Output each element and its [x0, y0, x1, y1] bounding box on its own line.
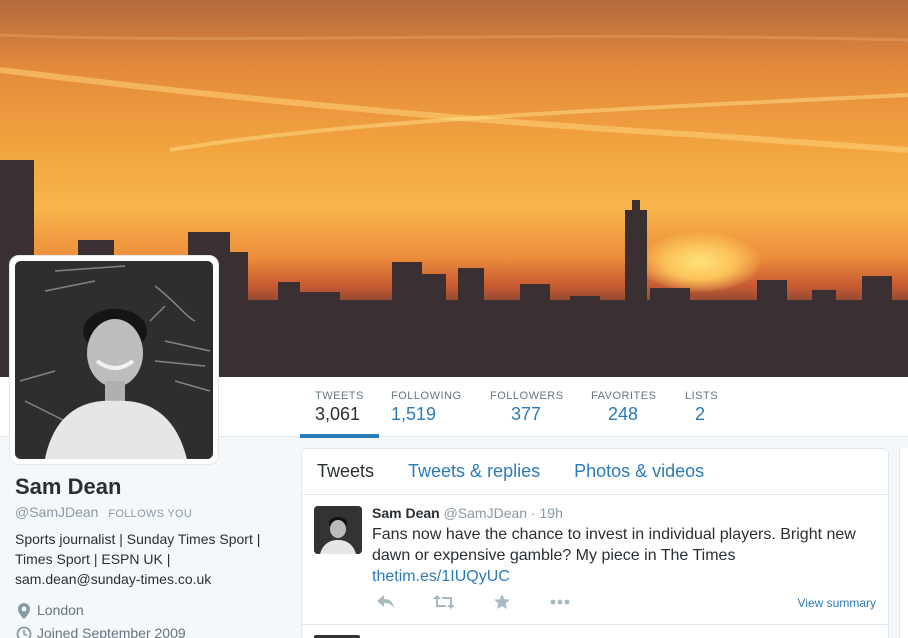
stat-value: 248 [608, 404, 639, 424]
timeline: Tweets Tweets & replies Photos & videos … [301, 448, 889, 638]
follows-you-badge: FOLLOWS YOU [108, 508, 193, 520]
profile-avatar [15, 261, 213, 459]
stat-favorites[interactable]: FAVORITES 248 [591, 377, 656, 437]
profile-handle-row: @SamJDean FOLLOWS YOU [15, 504, 285, 520]
stat-label: FOLLOWERS [490, 390, 564, 402]
profile-location: London [37, 602, 84, 618]
tweet-author-handle[interactable]: @SamJDean [444, 505, 527, 521]
retweet-icon[interactable] [430, 593, 458, 611]
reply-icon[interactable] [372, 593, 400, 611]
stat-label: FOLLOWING [391, 390, 462, 402]
tab-tweets[interactable]: Tweets [317, 461, 374, 482]
profile-avatar-frame[interactable] [9, 255, 219, 465]
profile-joined: Joined September 2009 [37, 625, 186, 638]
stat-lists[interactable]: LISTS 2 [685, 377, 718, 437]
profile-name[interactable]: Sam Dean [15, 474, 285, 500]
map-pin-icon [15, 602, 33, 619]
star-icon[interactable] [488, 593, 516, 611]
tweet-link[interactable]: thetim.es/1IUQyUC [372, 566, 872, 587]
tweet-text: Fans now have the chance to invest in in… [372, 524, 872, 587]
stat-label: LISTS [685, 390, 719, 402]
timeline-tabs: Tweets Tweets & replies Photos & videos [302, 449, 888, 495]
stat-tweets[interactable]: TWEETS 3,061 [300, 377, 379, 438]
tweet-item[interactable]: Sam Dean @SamJDean · 19h Fans now have t… [302, 495, 888, 625]
more-dots-icon[interactable] [546, 593, 574, 611]
stat-value: 377 [511, 404, 542, 424]
stat-following[interactable]: FOLLOWING 1,519 [391, 377, 462, 437]
right-column-edge [899, 448, 908, 638]
stat-label: TWEETS [315, 390, 364, 402]
profile-meta: London Joined September 2009 [15, 599, 285, 638]
stat-value: 2 [695, 404, 706, 424]
stat-value: 3,061 [315, 404, 361, 424]
location-row: London [15, 599, 285, 622]
profile-bio: Sports journalist | Sunday Times Sport |… [15, 531, 261, 587]
tweet-author-name[interactable]: Sam Dean [372, 505, 440, 521]
profile-card: Sam Dean @SamJDean FOLLOWS YOU Sports jo… [15, 474, 285, 638]
joined-row: Joined September 2009 [15, 622, 285, 638]
tab-photos-and-videos[interactable]: Photos & videos [574, 461, 704, 482]
tweet-timestamp[interactable]: 19h [540, 505, 563, 521]
tab-tweets-and-replies[interactable]: Tweets & replies [408, 461, 540, 482]
tweet-separator: · [530, 505, 536, 521]
stat-label: FAVORITES [591, 390, 657, 402]
calendar-icon [15, 626, 33, 638]
view-summary-link[interactable]: View summary [798, 596, 876, 610]
tweet-header: Sam Dean @SamJDean · 19h [372, 505, 876, 521]
profile-handle[interactable]: @SamJDean [15, 504, 98, 520]
tweet-actions [372, 593, 604, 611]
tweet-body: Fans now have the chance to invest in in… [372, 526, 856, 564]
stat-followers[interactable]: FOLLOWERS 377 [490, 377, 564, 437]
tweet-avatar[interactable] [314, 506, 362, 554]
stat-value: 1,519 [391, 404, 437, 424]
